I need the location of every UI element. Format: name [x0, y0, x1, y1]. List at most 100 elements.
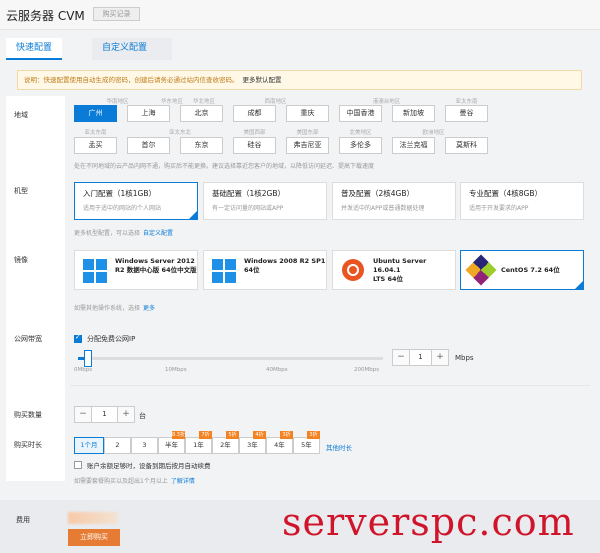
- model-card-standard[interactable]: 普及配置（2核4GB） 并发适中的APP或普通数据处理: [332, 182, 456, 220]
- region-virginia[interactable]: 弗吉尼亚: [286, 137, 329, 154]
- duration-option-3y[interactable]: 3年: [239, 437, 266, 454]
- region-tokyo[interactable]: 东京: [180, 137, 223, 154]
- slider-tick: 200Mbps: [354, 367, 380, 373]
- region-shanghai[interactable]: 上海: [127, 105, 170, 122]
- image-card-ubuntu[interactable]: Ubuntu Server 16.04.1 LTS 64位: [332, 250, 456, 290]
- learn-more-link[interactable]: 了解详情: [171, 478, 195, 485]
- region-group-header: 华南地区: [106, 99, 129, 105]
- decrement-button[interactable]: −: [393, 350, 409, 365]
- image-name-line2: 64位: [244, 266, 260, 274]
- purchase-record-button[interactable]: 购买记录: [93, 7, 140, 21]
- bandwidth-slider-handle[interactable]: [84, 350, 92, 367]
- model-desc: 适用于适中的网站的个人网站: [83, 205, 162, 212]
- model-card-basic[interactable]: 基础配置（1核2GB） 有一定访问量的网站或APP: [203, 182, 327, 220]
- label-panel: [6, 96, 65, 481]
- model-card-pro[interactable]: 专业配置（4核8GB） 适用于开发要求的APP: [460, 182, 584, 220]
- selected-corner-icon: [575, 281, 583, 289]
- title-bar: 云服务器 CVM 购买记录: [0, 0, 600, 30]
- region-group-header: 港澳台地区: [372, 99, 401, 105]
- selected-corner-icon: [189, 211, 197, 219]
- region-silicon-valley[interactable]: 硅谷: [233, 137, 276, 154]
- region-group-header: 美国东部: [296, 130, 319, 136]
- bandwidth-input[interactable]: 1: [409, 350, 432, 365]
- region-frankfurt[interactable]: 法兰克福: [392, 137, 435, 154]
- bandwidth-unit: Mbps: [455, 354, 474, 362]
- discount-badge: 8.3折: [172, 431, 185, 439]
- region-group-header: 华北地区: [192, 99, 215, 105]
- region-chongqing[interactable]: 重庆: [286, 105, 329, 122]
- image-label: 镜像: [14, 256, 28, 264]
- region-seoul[interactable]: 首尔: [127, 137, 170, 154]
- more-defaults-link[interactable]: 更多默认配置: [243, 76, 282, 84]
- region-moscow[interactable]: 莫斯科: [445, 137, 488, 154]
- image-card-centos[interactable]: CentOS 7.2 64位: [460, 250, 584, 290]
- free-ip-label: 分配免费公网IP: [87, 335, 136, 343]
- other-duration-link[interactable]: 其他时长: [326, 442, 352, 452]
- region-bangkok[interactable]: 曼谷: [445, 105, 488, 122]
- slider-tick: 40Mbps: [266, 367, 288, 373]
- region-toronto[interactable]: 多伦多: [339, 137, 382, 154]
- region-beijing[interactable]: 北京: [180, 105, 223, 122]
- model-card-entry[interactable]: 入门配置（1核1GB） 适用于适中的网站的个人网站: [74, 182, 198, 220]
- tab-custom-config[interactable]: 自定义配置: [92, 38, 172, 60]
- region-group-header: 亚太东南: [84, 130, 107, 136]
- model-title: 普及配置（2核4GB）: [341, 189, 415, 198]
- increment-button[interactable]: +: [432, 350, 448, 365]
- region-mumbai[interactable]: 孟买: [74, 137, 117, 154]
- model-desc: 并发适中的APP或普通数据处理: [341, 205, 425, 212]
- auto-renew-checkbox[interactable]: [74, 461, 82, 469]
- fee-label: 费用: [16, 516, 30, 524]
- model-label: 机型: [14, 187, 28, 195]
- slider-tick: 0Mbps: [74, 367, 93, 373]
- quantity-label: 购买数量: [14, 411, 42, 419]
- duration-option-half-year[interactable]: 半年: [158, 437, 185, 454]
- image-name-line2: LTS 64位: [373, 275, 403, 283]
- quantity-input[interactable]: 1: [91, 407, 118, 422]
- free-ip-checkbox[interactable]: [74, 333, 82, 343]
- model-desc: 适用于开发要求的APP: [469, 205, 529, 212]
- bandwidth-stepper: − 1 +: [392, 349, 449, 366]
- region-singapore[interactable]: 新加坡: [392, 105, 435, 122]
- bandwidth-slider-track[interactable]: [78, 357, 383, 360]
- divider: [70, 385, 590, 386]
- model-title: 专业配置（4核8GB）: [469, 189, 543, 198]
- region-group-header: 美国西部: [243, 130, 266, 136]
- buy-now-button[interactable]: 立即购买: [68, 529, 120, 546]
- duration-option-2[interactable]: 2: [104, 437, 131, 454]
- region-group-header: 北美地区: [349, 130, 372, 136]
- region-group-header: 西南地区: [264, 99, 287, 105]
- image-card-win2008[interactable]: Windows 2008 R2 SP1 64位: [203, 250, 327, 290]
- region-group-header: 华东地区: [161, 99, 184, 105]
- region-guangzhou[interactable]: 广州: [74, 105, 117, 122]
- duration-option-2y[interactable]: 2年: [212, 437, 239, 454]
- image-hint: 如需其他操作系统，选择 更多: [74, 303, 155, 312]
- region-group-header: 欧洲地区: [422, 130, 445, 136]
- region-group-header: 亚太东南: [455, 99, 478, 105]
- duration-note-text: 如需要套餐购买以及超出1个月以上: [74, 478, 168, 485]
- bandwidth-label: 公网带宽: [14, 335, 42, 343]
- model-title: 基础配置（1核2GB）: [212, 189, 286, 198]
- discount-badge: 5折: [226, 431, 239, 439]
- duration-option-1m[interactable]: 1个月: [74, 437, 104, 454]
- ubuntu-icon: [342, 259, 364, 281]
- increment-button[interactable]: +: [118, 407, 134, 422]
- model-title: 入门配置（1核1GB）: [83, 189, 157, 198]
- custom-config-link[interactable]: 自定义配置: [143, 230, 173, 237]
- region-group-header: 亚太东北: [168, 130, 191, 136]
- region-chengdu[interactable]: 成都: [233, 105, 276, 122]
- duration-option-4y[interactable]: 4年: [266, 437, 293, 454]
- tab-quick-config[interactable]: 快速配置: [6, 38, 62, 60]
- image-name-line1: Windows 2008 R2 SP1: [244, 257, 326, 265]
- model-hint: 更多机型配置，可以选择 自定义配置: [74, 228, 173, 237]
- auto-renew-label: 账户余额足够时，设备到期后按月自动续费: [87, 462, 211, 470]
- more-images-link[interactable]: 更多: [143, 305, 155, 312]
- duration-option-1y[interactable]: 1年: [185, 437, 212, 454]
- region-hongkong[interactable]: 中国香港: [339, 105, 382, 122]
- duration-option-3[interactable]: 3: [131, 437, 158, 454]
- image-card-win2012[interactable]: Windows Server 2012 R2 数据中心版 64位中文版: [74, 250, 198, 290]
- model-hint-text: 更多机型配置，可以选择: [74, 230, 141, 237]
- image-name: CentOS 7.2 64位: [501, 266, 560, 274]
- decrement-button[interactable]: −: [75, 407, 91, 422]
- duration-option-5y[interactable]: 5年: [293, 437, 320, 454]
- slider-tick: 10Mbps: [165, 367, 187, 373]
